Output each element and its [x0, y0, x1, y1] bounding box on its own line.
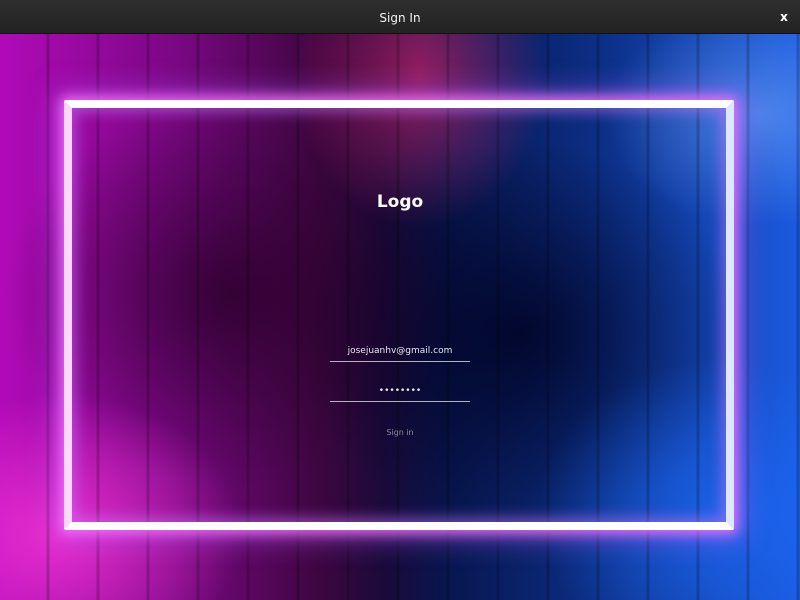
- sign-in-button[interactable]: Sign in: [370, 426, 430, 440]
- title-bar: Sign In x: [0, 0, 800, 34]
- window-title: Sign In: [379, 11, 421, 25]
- password-field[interactable]: [330, 380, 470, 402]
- email-field[interactable]: [330, 340, 470, 362]
- background-image: Logo Sign in: [0, 34, 800, 600]
- sign-in-window: Sign In x Logo Sign in: [0, 0, 800, 600]
- close-button[interactable]: x: [772, 5, 796, 29]
- neon-frame: [64, 100, 734, 530]
- logo: Logo: [376, 192, 424, 212]
